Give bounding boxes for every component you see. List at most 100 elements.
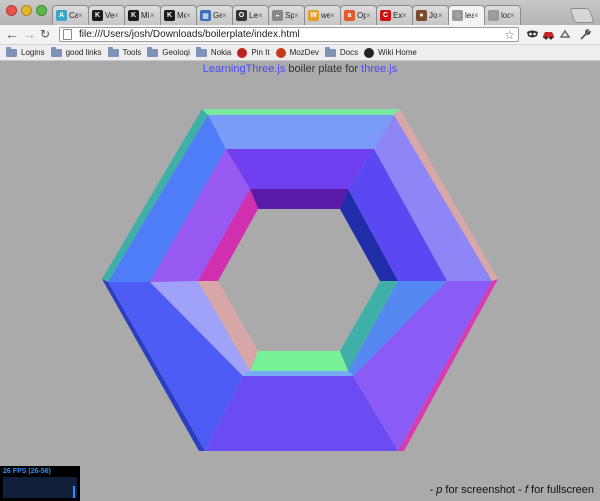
tab-label: Ca — [69, 11, 78, 20]
bookmark-label: MozDev — [289, 48, 319, 57]
tab-mi[interactable]: K Mi × — [124, 5, 161, 25]
bookmark-label: Geoloqi — [162, 48, 190, 57]
fps-stats-panel[interactable]: 26 FPS (26-56) — [0, 466, 80, 501]
tab-close-icon[interactable]: × — [222, 11, 230, 20]
folder-icon — [324, 46, 336, 57]
tab-op[interactable]: aOp× — [340, 5, 377, 25]
browser-toolbar: ← → ↻ file:///Users/josh/Downloads/boile… — [0, 25, 600, 45]
page-icon — [63, 29, 72, 40]
tab-we[interactable]: Wwe× — [304, 5, 341, 25]
bookmark-tools[interactable]: Tools — [107, 46, 142, 57]
address-url: file:///Users/josh/Downloads/boilerplate… — [79, 29, 300, 40]
bookmark-label: Tools — [122, 48, 142, 57]
tab-sp[interactable]: ◒ Sp × — [268, 5, 305, 25]
tab-close-icon[interactable]: × — [510, 11, 518, 20]
tab-icon-k: K — [92, 10, 103, 21]
bookmark-label: Pin It — [251, 48, 270, 57]
wrench-icon[interactable] — [578, 28, 591, 41]
bookmark-mozdev[interactable]: MozDev — [275, 47, 319, 58]
tab-close-icon[interactable]: × — [258, 11, 266, 20]
wiki-icon — [364, 47, 375, 58]
tab-label: Sp — [285, 11, 294, 20]
bookmark-wiki-home[interactable]: Wiki Home — [364, 47, 417, 58]
moz-icon — [275, 47, 286, 58]
tab-mc[interactable]: KMc× — [160, 5, 197, 25]
tab-label: we — [321, 11, 330, 20]
info-text: LearningThree.js boiler plate for three.… — [0, 63, 600, 75]
bookmark-label: Nokia — [210, 48, 232, 57]
bookmark-good-links[interactable]: good links — [50, 46, 102, 57]
car-extension-icon[interactable] — [542, 28, 555, 41]
tab-lea[interactable]: ◌lea× — [448, 5, 485, 25]
forward-arrow-icon[interactable]: → — [22, 26, 36, 42]
window-zoom-button[interactable] — [36, 5, 47, 16]
edge-strip-top — [202, 109, 400, 115]
new-tab-button[interactable] — [569, 8, 595, 23]
bookmark-geoloqi[interactable]: Geoloqi — [147, 46, 190, 57]
bookmark-logins[interactable]: Logins — [6, 46, 45, 57]
bookmark-label: good links — [65, 48, 102, 57]
tab-ca[interactable]: ACa× — [52, 5, 89, 25]
tab-icon-w: W — [308, 10, 319, 21]
tab-icon-k: K — [164, 10, 175, 21]
help-text-fullscreen: for fullscreen — [527, 484, 594, 496]
tab-icon-avatar: ● — [416, 10, 427, 21]
reload-icon[interactable]: ↻ — [40, 26, 50, 42]
tab-label: Jo — [429, 11, 438, 20]
bookmark-star-icon[interactable]: ☆ — [504, 28, 515, 42]
tab-close-icon[interactable]: × — [186, 11, 194, 20]
bookmark-docs[interactable]: Docs — [324, 46, 358, 57]
keyboard-help-text: - p for screenshot - f for fullscreen — [430, 484, 595, 496]
tab-label: loc — [501, 11, 510, 20]
tab-close-icon[interactable]: × — [474, 11, 482, 20]
tabs: ACa×KVe×KMi×KMc×▦Ge×OLe×◒Sp×Wwe×aOp×CEx×… — [52, 5, 572, 25]
tab-icon-o: O — [236, 10, 247, 21]
window-close-button[interactable] — [6, 5, 17, 16]
mask-extension-icon[interactable] — [526, 28, 539, 41]
folder-icon — [107, 46, 119, 57]
tab-icon-page: ◌ — [488, 10, 499, 21]
back-arrow-icon[interactable]: ← — [5, 26, 19, 42]
tab-close-icon[interactable]: × — [402, 11, 410, 20]
tab-close-icon[interactable]: × — [330, 11, 338, 20]
fps-readout: 26 FPS (26-56) — [3, 468, 51, 475]
threejs-link[interactable]: three.js — [361, 63, 397, 75]
tab-label: Le — [249, 11, 258, 20]
tab-close-icon[interactable]: × — [438, 11, 446, 20]
tab-close-icon[interactable]: × — [150, 11, 158, 20]
bookmarks-bar: Logins good links Tools Geoloqi Nokia Pin It M… — [0, 45, 600, 61]
fps-graph-bar — [73, 486, 75, 498]
info-middle-text: boiler plate for — [285, 63, 362, 75]
tab-ex[interactable]: C Ex × — [376, 5, 413, 25]
tab-label: Ge — [213, 11, 222, 20]
tab-label: Ve — [105, 11, 114, 20]
tab-label: Op — [357, 11, 366, 20]
tab-ge[interactable]: ▦Ge× — [196, 5, 233, 25]
tab-label: lea — [465, 11, 474, 20]
folder-icon — [195, 46, 207, 57]
address-bar[interactable]: file:///Users/josh/Downloads/boilerplate… — [59, 27, 519, 42]
tab-label: Ex — [393, 11, 402, 20]
tab-loc[interactable]: ◌loc× — [484, 5, 521, 25]
pin-icon — [237, 47, 248, 58]
tab-le[interactable]: O Le × — [232, 5, 269, 25]
bookmark-nokia[interactable]: Nokia — [195, 46, 232, 57]
tab-close-icon[interactable]: × — [366, 11, 374, 20]
tab-close-icon[interactable]: × — [78, 11, 86, 20]
inner-top — [226, 149, 374, 189]
tab-jo[interactable]: ● Jo × — [412, 5, 449, 25]
page-viewport: LearningThree.js boiler plate for three.… — [0, 61, 600, 501]
folder-icon — [50, 46, 62, 57]
tab-ve[interactable]: K Ve × — [88, 5, 125, 25]
inner-bottom — [243, 371, 353, 376]
sync-extension-icon[interactable] — [559, 28, 572, 41]
window-minimize-button[interactable] — [21, 5, 32, 16]
tab-label: Mi — [141, 11, 150, 20]
learningthree-link[interactable]: LearningThree.js — [203, 63, 286, 75]
tab-close-icon[interactable]: × — [294, 11, 302, 20]
hole-wall-top — [250, 189, 348, 209]
bookmark-pin-it[interactable]: Pin It — [237, 47, 270, 58]
threejs-canvas[interactable] — [0, 61, 600, 466]
tab-close-icon[interactable]: × — [114, 11, 122, 20]
hole-wall-bottom — [250, 351, 348, 371]
